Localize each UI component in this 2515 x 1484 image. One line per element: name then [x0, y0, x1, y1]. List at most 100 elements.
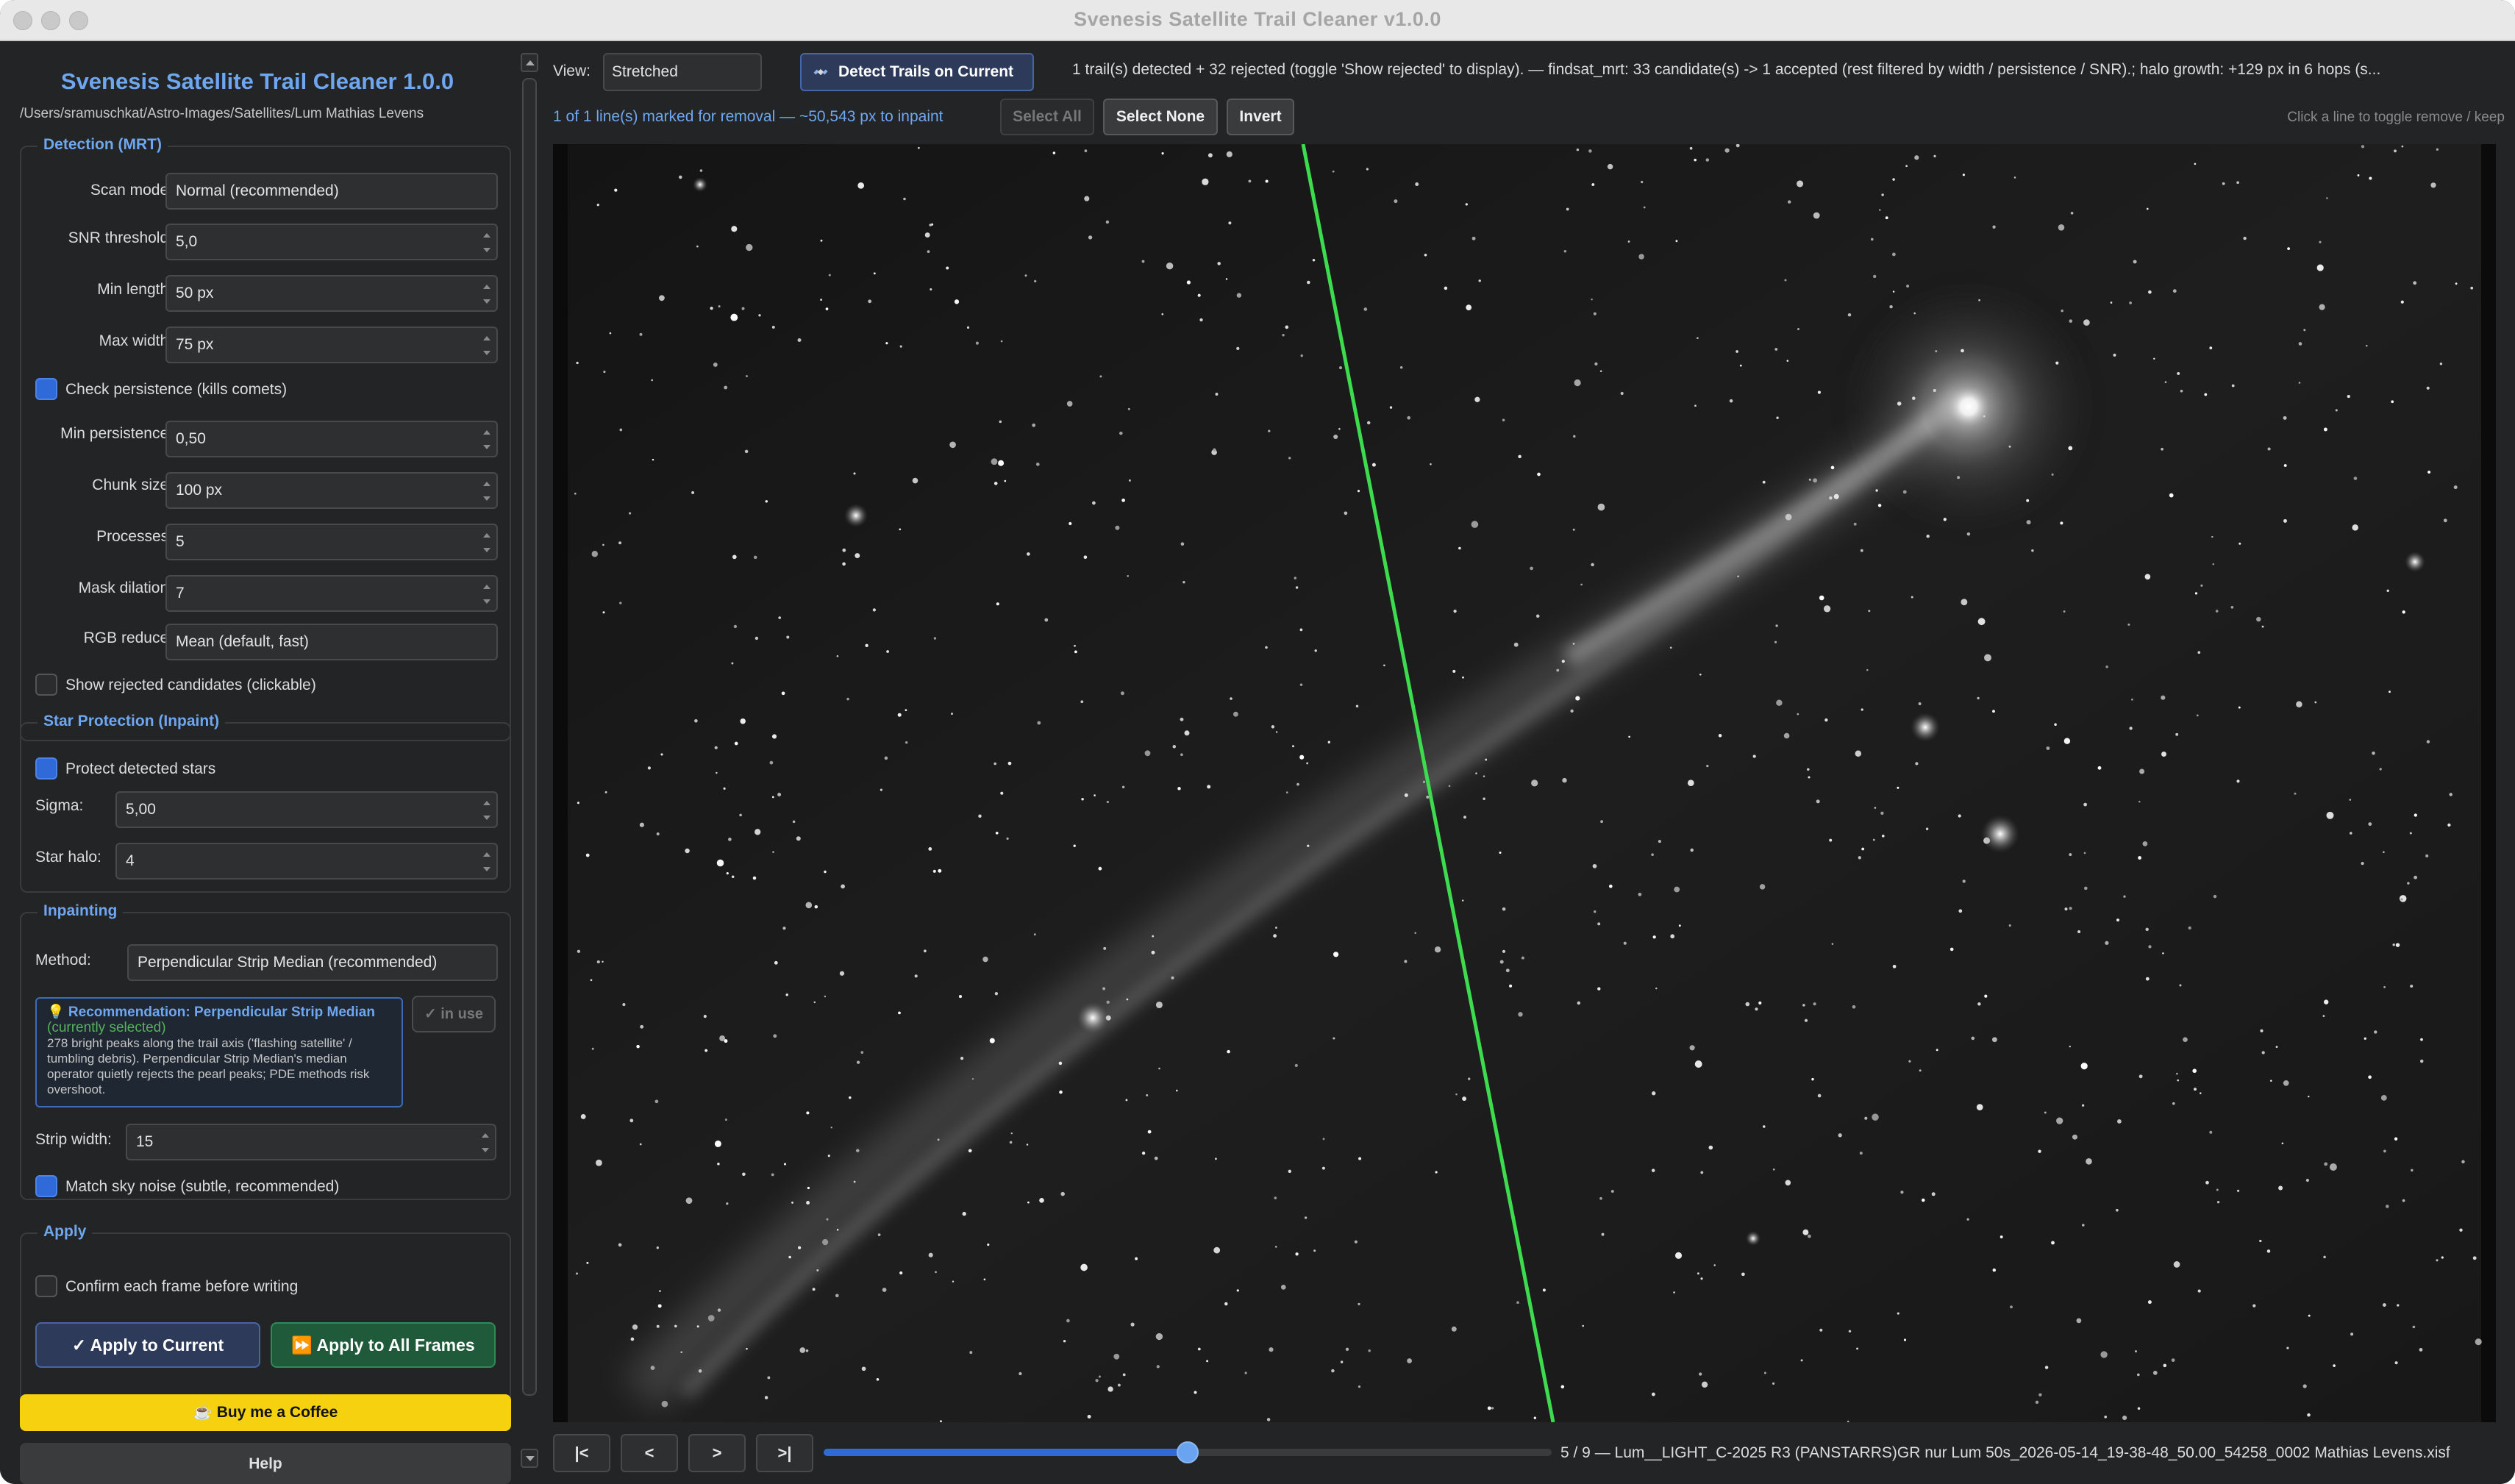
star — [2063, 610, 2066, 613]
star — [1808, 776, 1811, 779]
star — [2192, 1069, 2197, 1073]
star — [1582, 1324, 1584, 1327]
select-none-button[interactable]: Select None — [1103, 99, 1218, 135]
star — [2275, 1046, 2278, 1048]
star — [1092, 501, 1096, 505]
spin-arrows-icon[interactable] — [482, 582, 492, 607]
spin-arrows-icon[interactable] — [482, 798, 492, 823]
star — [1333, 434, 1338, 440]
star — [2361, 862, 2364, 866]
spin-arrows-icon[interactable] — [482, 530, 492, 555]
star — [2161, 447, 2163, 451]
star — [647, 766, 652, 770]
star — [2243, 236, 2247, 240]
detect-trails-label: Detect Trails on Current — [838, 63, 1014, 80]
star — [1322, 1138, 1325, 1141]
frame-slider-handle[interactable] — [1177, 1441, 1199, 1463]
last-frame-button[interactable]: >| — [756, 1434, 813, 1472]
first-frame-button[interactable]: |< — [553, 1434, 610, 1472]
processes-spinbox[interactable]: 5 — [165, 524, 498, 560]
strip-width-spinbox[interactable]: 15 — [126, 1124, 496, 1160]
star — [2410, 984, 2414, 988]
buy-me-a-coffee-button[interactable]: ☕ Buy me a Coffee — [20, 1394, 511, 1431]
scroll-up-arrow-icon[interactable] — [521, 53, 538, 72]
spin-arrows-icon[interactable] — [480, 1130, 490, 1155]
star — [2261, 625, 2264, 628]
match-noise-checkbox[interactable] — [35, 1175, 57, 1197]
star — [746, 1347, 748, 1350]
protect-stars-checkbox[interactable] — [35, 757, 57, 780]
star — [2083, 852, 2086, 855]
star — [1848, 1330, 1852, 1333]
invert-button[interactable]: Invert — [1227, 99, 1294, 135]
star — [2400, 300, 2404, 304]
star — [2083, 319, 2090, 326]
star — [2409, 832, 2412, 835]
star — [742, 1172, 746, 1177]
detect-trails-button[interactable]: Detect Trails on Current — [800, 53, 1034, 91]
star — [771, 1173, 774, 1177]
min-persistence-spinbox[interactable]: 0,50 — [165, 421, 498, 457]
star-halo-spinbox[interactable]: 4 — [115, 843, 498, 880]
star — [2116, 1208, 2119, 1212]
rgb-reduce-select[interactable]: Mean (default, fast) — [165, 624, 498, 660]
bright-star — [1077, 1002, 1109, 1034]
star — [951, 713, 953, 716]
star — [1785, 1180, 1791, 1186]
view-mode-select[interactable]: Stretched — [603, 53, 762, 91]
star — [2135, 1350, 2137, 1353]
apply-to-current-button[interactable]: ✓ Apply to Current — [35, 1322, 260, 1368]
help-button[interactable]: Help — [20, 1443, 511, 1484]
star — [596, 203, 599, 207]
scroll-down-arrow-icon[interactable] — [521, 1449, 538, 1468]
star — [585, 853, 590, 857]
star — [2335, 409, 2338, 412]
spin-arrows-icon[interactable] — [482, 849, 492, 874]
confirm-each-frame-checkbox[interactable] — [35, 1275, 57, 1297]
star — [1535, 614, 1540, 618]
star — [1918, 702, 1922, 705]
star — [949, 441, 956, 449]
apply-to-all-frames-button[interactable]: ⏩ Apply to All Frames — [271, 1322, 496, 1368]
frame-slider[interactable] — [824, 1441, 1552, 1463]
previous-frame-button[interactable]: < — [621, 1434, 678, 1472]
star — [2419, 1059, 2424, 1063]
snr-threshold-spinbox[interactable]: 5,0 — [165, 224, 498, 260]
sigma-spinbox[interactable]: 5,00 — [115, 791, 498, 828]
star — [2298, 342, 2302, 346]
mask-dilation-spinbox[interactable]: 7 — [165, 575, 498, 612]
star — [2426, 386, 2430, 390]
spin-arrows-icon[interactable] — [482, 230, 492, 255]
star — [1265, 646, 1268, 649]
inpaint-method-select[interactable]: Perpendicular Strip Median (recommended) — [127, 944, 498, 981]
inpainting-group-title: Inpainting — [38, 902, 124, 920]
bright-star — [844, 504, 868, 527]
spin-arrows-icon[interactable] — [482, 282, 492, 307]
star — [1833, 493, 1839, 499]
star — [1563, 250, 1567, 253]
star — [1697, 337, 1699, 340]
persistence-checkbox[interactable] — [35, 378, 57, 400]
scrollbar-thumb[interactable] — [522, 78, 537, 1396]
in-use-button[interactable]: ✓ in use — [412, 996, 496, 1032]
min-length-spinbox[interactable]: 50 px — [165, 275, 498, 312]
star — [602, 543, 604, 546]
select-all-button[interactable]: Select All — [1000, 99, 1094, 135]
star — [1466, 304, 1472, 310]
show-rejected-checkbox[interactable] — [35, 674, 57, 696]
max-width-spinbox[interactable]: 75 px — [165, 327, 498, 363]
spin-arrows-icon[interactable] — [482, 427, 492, 452]
star — [1785, 513, 1792, 521]
spin-arrows-icon[interactable] — [482, 479, 492, 504]
star — [1759, 884, 1766, 890]
image-preview[interactable] — [553, 144, 2496, 1422]
star — [657, 1304, 662, 1308]
chunk-size-spinbox[interactable]: 100 px — [165, 472, 498, 509]
star — [1892, 178, 1895, 181]
star — [1113, 1353, 1120, 1360]
spin-arrows-icon[interactable] — [482, 333, 492, 358]
sidebar-scrollbar[interactable] — [521, 53, 540, 1484]
scan-mode-select[interactable]: Normal (recommended) — [165, 173, 498, 210]
star — [2350, 1333, 2354, 1336]
next-frame-button[interactable]: > — [688, 1434, 746, 1472]
